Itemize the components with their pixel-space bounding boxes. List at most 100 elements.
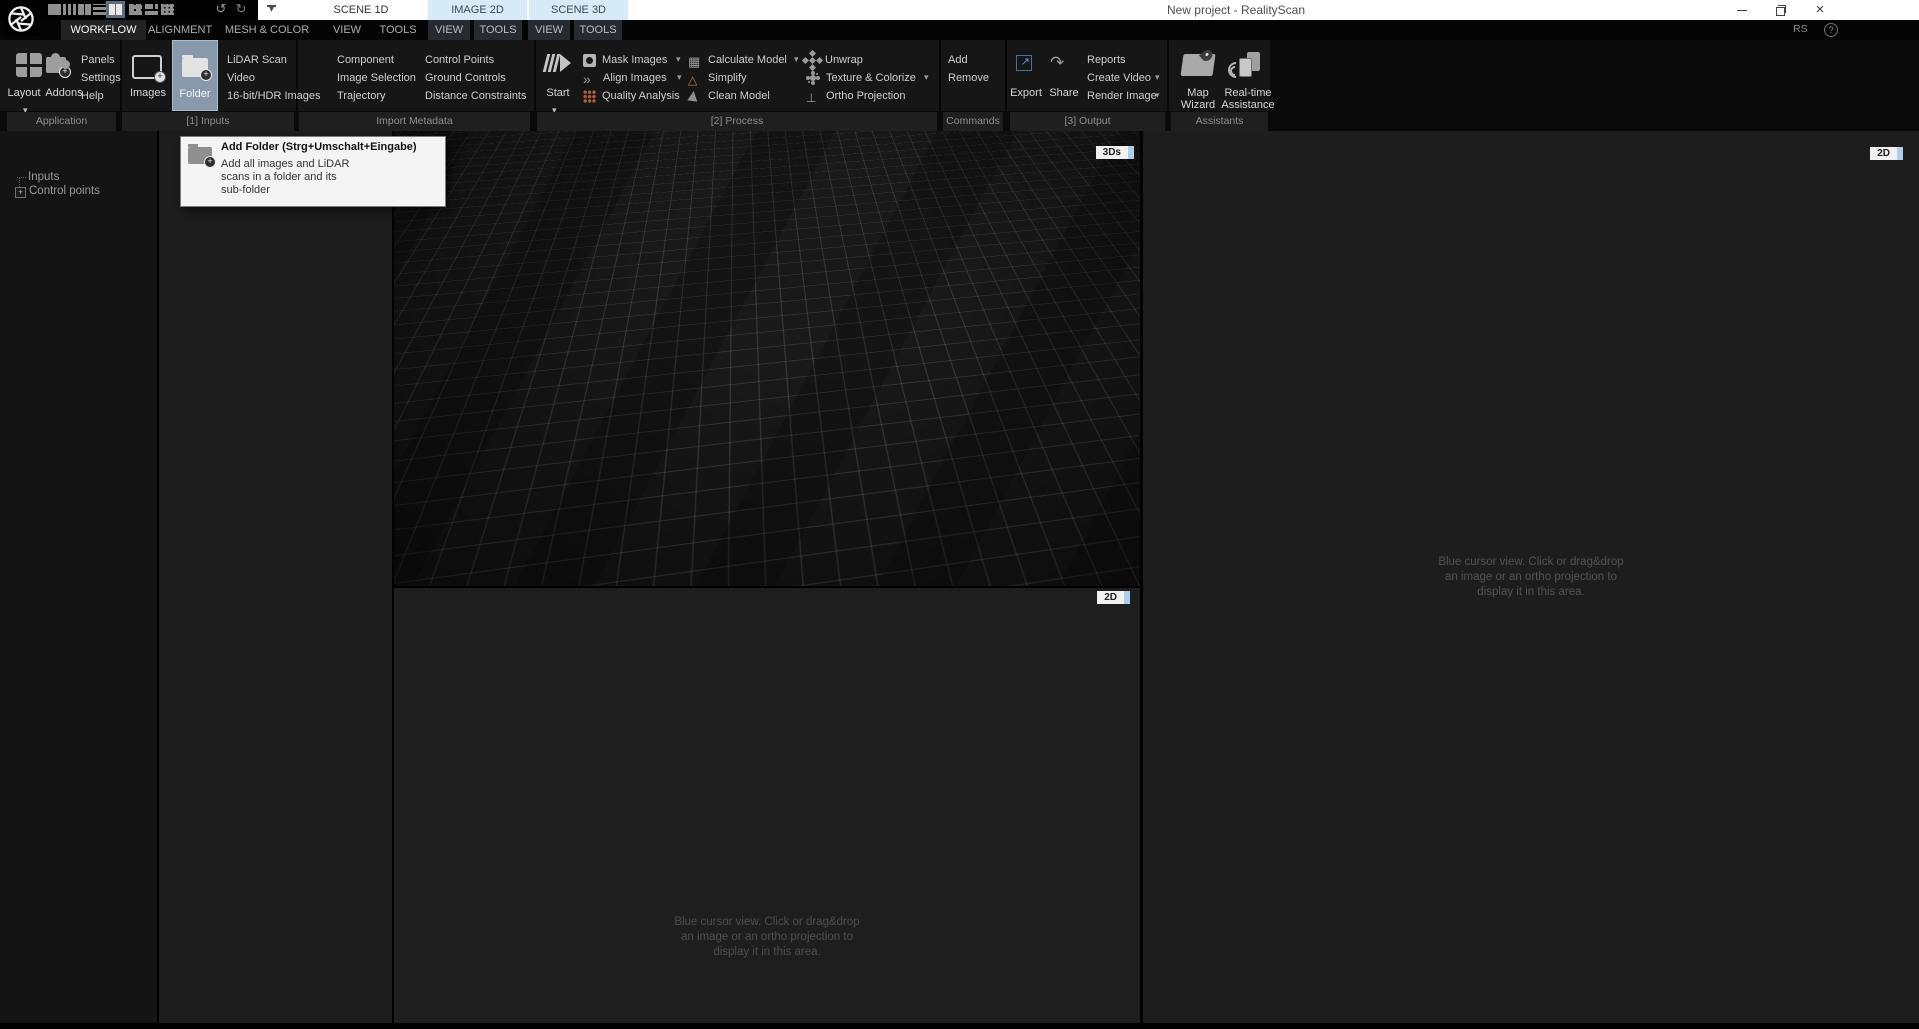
tab-tools-scene3d[interactable]: TOOLS bbox=[574, 20, 622, 40]
tab-image-2d[interactable]: IMAGE 2D bbox=[428, 0, 527, 20]
layout-preset-columns-icon[interactable] bbox=[63, 4, 76, 15]
tree-item-inputs[interactable]: Inputs bbox=[28, 171, 59, 184]
simplify-button[interactable]: Simplify bbox=[688, 70, 747, 86]
share-icon[interactable] bbox=[1050, 53, 1064, 67]
redo-icon[interactable] bbox=[233, 0, 249, 18]
right-2d-view[interactable]: 2D Blue cursor view. Click or drag&drop … bbox=[1143, 131, 1919, 1023]
unwrap-button[interactable]: Unwrap bbox=[806, 52, 863, 68]
workspace: Inputs Control points 3Ds 2D Blue cursor… bbox=[0, 131, 1919, 1023]
add-images-icon[interactable] bbox=[132, 55, 166, 83]
realtime-assistance-button[interactable]: Real-time Assistance bbox=[1220, 87, 1276, 111]
add-images-button[interactable]: Images bbox=[126, 87, 170, 99]
minimize-button[interactable] bbox=[1727, 0, 1757, 20]
panels-button[interactable]: Panels bbox=[81, 53, 115, 67]
restore-button[interactable] bbox=[1765, 0, 1795, 20]
texture-colorize-button[interactable]: Texture & Colorize bbox=[806, 70, 934, 86]
remove-command-button[interactable]: Remove bbox=[948, 71, 989, 85]
layout-preset-single-icon[interactable] bbox=[48, 4, 61, 15]
tree-item-control-points[interactable]: Control points bbox=[29, 185, 100, 198]
tab-tools[interactable]: TOOLS bbox=[376, 20, 420, 40]
realtime-assistance-icon[interactable] bbox=[1224, 52, 1260, 82]
layout-button[interactable]: Layout bbox=[2, 87, 46, 99]
view-mode-tag-3ds[interactable]: 3Ds bbox=[1095, 146, 1134, 159]
layout-preset-selected[interactable] bbox=[106, 1, 125, 18]
settings-button[interactable]: Settings bbox=[81, 71, 121, 85]
create-video-button[interactable]: Create Video bbox=[1087, 70, 1165, 86]
start-icon[interactable] bbox=[542, 52, 571, 74]
customize-toolbar-icon[interactable] bbox=[266, 3, 277, 17]
layout-preset-rows-icon[interactable] bbox=[93, 4, 106, 15]
clean-model-button[interactable]: Clean Model bbox=[687, 88, 770, 104]
scene-3d-view[interactable]: 3Ds bbox=[394, 131, 1140, 586]
tab-view-image2d[interactable]: VIEW bbox=[428, 20, 470, 40]
tab-scene-1d[interactable]: SCENE 1D bbox=[300, 0, 422, 20]
video-button[interactable]: Video bbox=[227, 71, 255, 85]
align-images-button[interactable]: Align Images bbox=[583, 70, 687, 86]
account-badge[interactable]: RS bbox=[1793, 23, 1808, 35]
tab-tools-image2d[interactable]: TOOLS bbox=[474, 20, 522, 40]
share-button[interactable]: Share bbox=[1046, 87, 1082, 99]
help-icon[interactable] bbox=[1824, 23, 1838, 37]
mask-images-button[interactable]: Mask Images bbox=[583, 52, 686, 68]
distance-constraints-button[interactable]: Distance Constraints bbox=[425, 89, 527, 103]
layout-preset-mixed-icon[interactable] bbox=[145, 4, 158, 15]
mask-images-icon bbox=[583, 53, 596, 67]
component-button[interactable]: Component bbox=[337, 53, 394, 67]
calculate-model-button[interactable]: Calculate Model bbox=[688, 52, 804, 68]
ground-controls-button[interactable]: Ground Controls bbox=[425, 71, 506, 85]
map-wizard-button[interactable]: Map Wizard bbox=[1174, 87, 1222, 111]
chevron-down-icon[interactable] bbox=[924, 72, 934, 84]
map-wizard-icon[interactable] bbox=[1180, 54, 1216, 76]
add-command-button[interactable]: Add bbox=[948, 53, 968, 67]
tab-view[interactable]: VIEW bbox=[328, 20, 366, 40]
section-divider bbox=[1005, 40, 1007, 111]
tooltip-line: sub-folder bbox=[221, 184, 270, 196]
chevron-down-icon[interactable] bbox=[1155, 72, 1165, 84]
tab-view-scene3d[interactable]: VIEW bbox=[528, 20, 570, 40]
tab-scene-3d[interactable]: SCENE 3D bbox=[529, 0, 628, 20]
layout-icon[interactable] bbox=[16, 53, 42, 77]
chevron-down-icon[interactable] bbox=[1155, 90, 1165, 102]
reports-button[interactable]: Reports bbox=[1087, 53, 1126, 67]
realityscan-logo-icon[interactable] bbox=[3, 2, 39, 36]
hdr-images-button[interactable]: 16-bit/HDR Images bbox=[227, 89, 321, 103]
ortho-projection-button[interactable]: Ortho Projection bbox=[806, 88, 905, 104]
help-button[interactable]: Help bbox=[81, 89, 104, 103]
render-image-button[interactable]: Render Image bbox=[1087, 88, 1165, 104]
start-button[interactable]: Start bbox=[538, 87, 578, 99]
chevron-down-icon[interactable] bbox=[677, 72, 687, 84]
start-dropdown-icon[interactable] bbox=[552, 100, 564, 110]
inputs-list-panel[interactable] bbox=[159, 131, 392, 1023]
undo-icon[interactable] bbox=[213, 0, 229, 18]
quality-analysis-button[interactable]: Quality Analysis bbox=[583, 88, 680, 104]
addons-button[interactable]: Addons bbox=[42, 87, 86, 99]
title-bar: SCENE 1D IMAGE 2D SCENE 3D New project -… bbox=[0, 0, 1919, 20]
control-points-button[interactable]: Control Points bbox=[425, 53, 494, 67]
layout-preset-grid-icon[interactable] bbox=[129, 4, 142, 15]
chevron-down-icon[interactable] bbox=[794, 54, 804, 66]
add-folder-button[interactable]: Folder bbox=[172, 40, 218, 111]
expand-icon[interactable] bbox=[15, 187, 26, 198]
image-2d-view[interactable]: 2D Blue cursor view. Click or drag&drop … bbox=[394, 588, 1140, 1023]
view-mode-tag-2d-right[interactable]: 2D bbox=[1870, 147, 1903, 160]
tab-alignment[interactable]: ALIGNMENT bbox=[148, 20, 212, 40]
addons-puzzle-icon[interactable] bbox=[46, 53, 71, 78]
align-images-icon bbox=[583, 71, 597, 85]
tab-mesh-color[interactable]: MESH & COLOR bbox=[220, 20, 314, 40]
button-label: Clean Model bbox=[708, 90, 770, 102]
lidar-scan-button[interactable]: LiDAR Scan bbox=[227, 53, 287, 67]
chevron-down-icon[interactable] bbox=[676, 54, 686, 66]
layout-preset-dense-grid-icon[interactable] bbox=[161, 4, 174, 15]
scene-tree-panel[interactable]: Inputs Control points bbox=[0, 131, 157, 1023]
layout-preset-two-pane-icon[interactable] bbox=[78, 4, 91, 15]
view-mode-tag-2d[interactable]: 2D bbox=[1097, 591, 1130, 604]
export-button[interactable]: Export bbox=[1004, 87, 1048, 99]
close-button[interactable] bbox=[1805, 0, 1835, 20]
drop-hint-text: Blue cursor view. Click or drag&drop an … bbox=[1438, 556, 1624, 598]
tab-workflow[interactable]: WORKFLOW bbox=[61, 20, 146, 40]
image-selection-button[interactable]: Image Selection bbox=[337, 71, 416, 85]
trajectory-button[interactable]: Trajectory bbox=[337, 89, 386, 103]
button-label: Calculate Model bbox=[708, 54, 787, 66]
export-icon[interactable] bbox=[1016, 55, 1032, 71]
layout-dropdown-icon[interactable] bbox=[23, 100, 35, 110]
